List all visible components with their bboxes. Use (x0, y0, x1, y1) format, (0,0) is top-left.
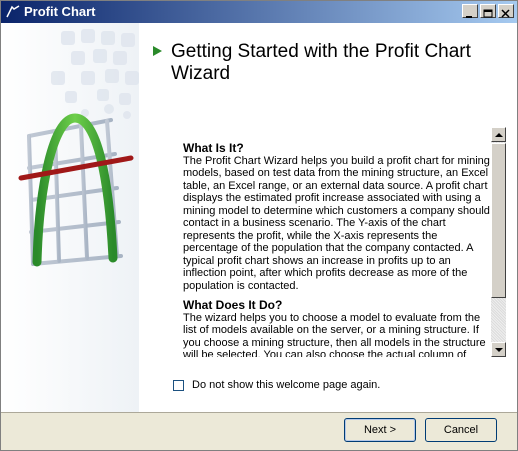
description-panel: What Is It? The Profit Chart Wizard help… (176, 127, 506, 357)
maximize-icon (483, 9, 493, 18)
scroll-up-button[interactable] (491, 127, 506, 142)
vertical-scrollbar[interactable] (491, 127, 506, 357)
down-arrow-icon (495, 348, 503, 352)
window-title: Profit Chart (24, 4, 96, 19)
minimize-icon (466, 16, 472, 18)
close-icon (501, 9, 510, 18)
dont-show-again-checkbox[interactable] (173, 379, 184, 391)
wizard-banner-panel (1, 23, 139, 412)
title-bar[interactable]: Profit Chart (1, 1, 517, 23)
profit-chart-app-icon (6, 5, 20, 18)
scroll-thumb[interactable] (491, 143, 506, 298)
heading-arrow-icon (153, 46, 162, 56)
up-arrow-icon (495, 133, 503, 137)
next-button[interactable]: Next > (344, 418, 416, 442)
profit-chart-illustration (18, 113, 134, 267)
close-button[interactable] (498, 4, 514, 18)
section-body-what-is-it: The Profit Chart Wizard helps you build … (183, 154, 490, 292)
section-title-what-does-it-do: What Does It Do? (183, 298, 283, 312)
scroll-down-button[interactable] (491, 342, 506, 357)
minimize-button[interactable] (462, 4, 478, 18)
maximize-button[interactable] (480, 4, 496, 18)
dont-show-again-label: Do not show this welcome page again. (192, 379, 381, 391)
dont-show-again-option[interactable]: Do not show this welcome page again. (173, 379, 380, 391)
page-heading: Getting Started with the Profit Chart Wi… (171, 41, 471, 84)
profit-chart-window: Profit Chart Getting Started with the Pr… (0, 0, 518, 451)
section-title-what-is-it: What Is It? (183, 141, 244, 155)
section-body-what-does-it-do: The wizard helps you to choose a model t… (183, 311, 486, 358)
cancel-button[interactable]: Cancel (425, 418, 497, 442)
